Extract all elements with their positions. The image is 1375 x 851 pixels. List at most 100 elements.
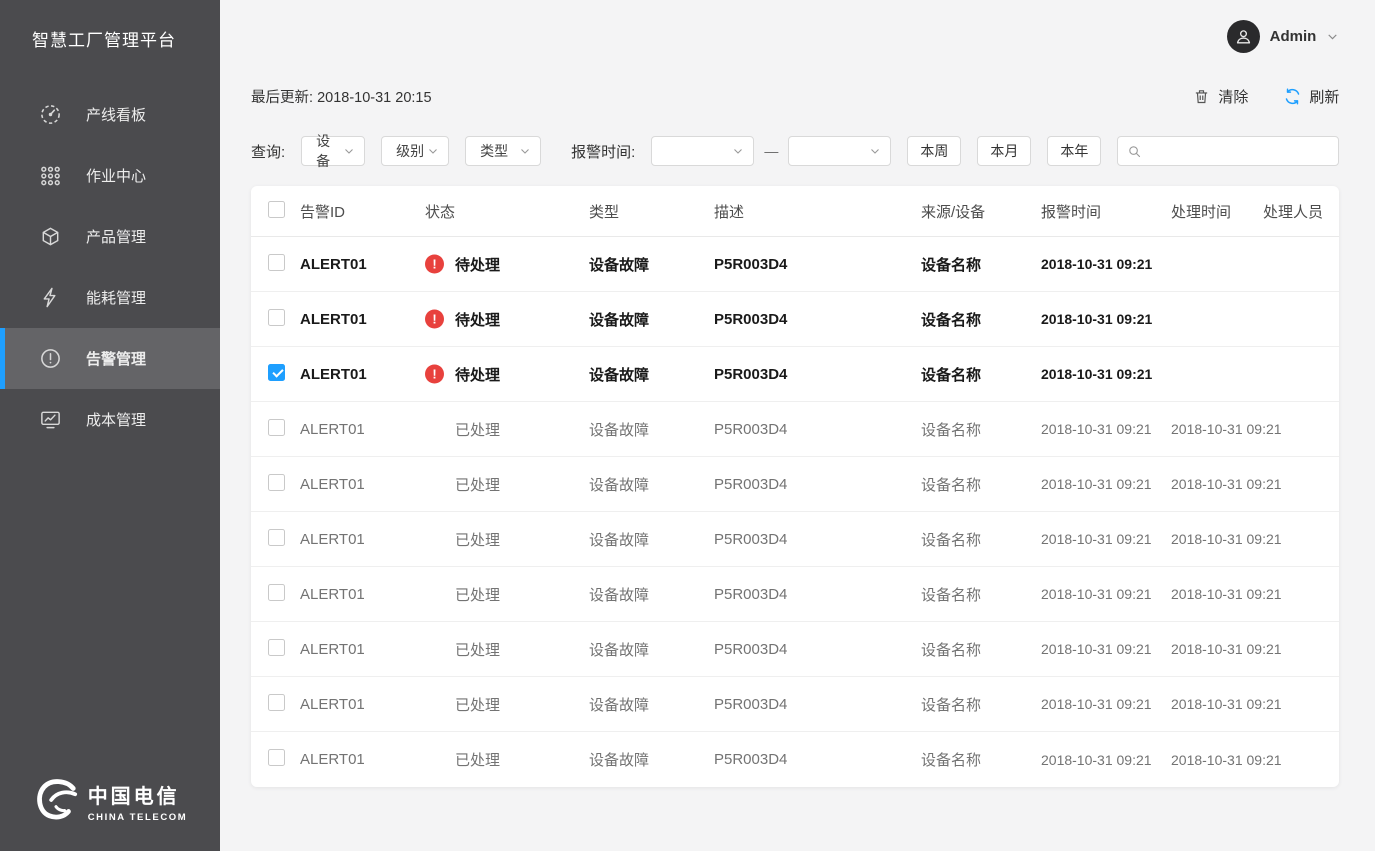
cell-status: !待处理: [425, 364, 589, 385]
cell-type: 设备故障: [589, 584, 714, 605]
search-input[interactable]: [1148, 143, 1329, 159]
chevron-down-icon: [1326, 30, 1339, 43]
user-menu[interactable]: Admin: [1227, 20, 1340, 53]
table-row[interactable]: ALERT01 !已处理 设备故障 P5R003D4 设备名称 2018-10-…: [251, 677, 1339, 732]
cell-description: P5R003D4: [714, 311, 921, 328]
sidebar-item-cost-management[interactable]: 成本管理: [0, 389, 220, 450]
cell-type: 设备故障: [589, 749, 714, 770]
cell-source: 设备名称: [921, 639, 1041, 660]
cell-type: 设备故障: [589, 309, 714, 330]
chevron-down-icon: [519, 145, 531, 157]
row-checkbox[interactable]: [268, 474, 285, 491]
cell-type: 设备故障: [589, 419, 714, 440]
cell-alarm-time: 2018-10-31 09:21: [1041, 476, 1171, 492]
table-actions: 清除 刷新: [1193, 86, 1339, 107]
table-row[interactable]: ALERT01 !待处理 设备故障 P5R003D4 设备名称 2018-10-…: [251, 237, 1339, 292]
this-month-button[interactable]: 本月: [977, 136, 1031, 166]
sidebar-item-alert-management[interactable]: 告警管理: [0, 328, 220, 389]
chevron-down-icon: [343, 145, 355, 157]
select-all-checkbox[interactable]: [268, 201, 285, 218]
alarm-time-label: 报警时间:: [571, 141, 635, 162]
cell-status: !已处理: [425, 749, 589, 770]
cell-alarm-time: 2018-10-31 09:21: [1041, 366, 1171, 382]
row-checkbox[interactable]: [268, 254, 285, 271]
column-header-alarm-time: 报警时间: [1041, 201, 1171, 222]
cell-description: P5R003D4: [714, 641, 921, 658]
cell-alarm-time: 2018-10-31 09:21: [1041, 641, 1171, 657]
table-row[interactable]: ALERT01 !待处理 设备故障 P5R003D4 设备名称 2018-10-…: [251, 347, 1339, 402]
row-checkbox[interactable]: [268, 584, 285, 601]
cell-status: !已处理: [425, 419, 589, 440]
cell-alarm-time: 2018-10-31 09:21: [1041, 311, 1171, 327]
topbar: Admin: [251, 0, 1339, 72]
trash-icon: [1193, 88, 1210, 105]
cell-status: !待处理: [425, 309, 589, 330]
table-row[interactable]: ALERT01 !已处理 设备故障 P5R003D4 设备名称 2018-10-…: [251, 622, 1339, 677]
row-checkbox[interactable]: [268, 694, 285, 711]
table-row[interactable]: ALERT01 !已处理 设备故障 P5R003D4 设备名称 2018-10-…: [251, 512, 1339, 567]
time-range-end-select[interactable]: [788, 136, 891, 166]
cell-status: !已处理: [425, 694, 589, 715]
sidebar-item-production-board[interactable]: 产线看板: [0, 84, 220, 145]
table-row[interactable]: ALERT01 !已处理 设备故障 P5R003D4 设备名称 2018-10-…: [251, 402, 1339, 457]
column-header-type: 类型: [589, 201, 714, 222]
cell-handle-time: 2018-10-31 09:21: [1171, 696, 1263, 712]
cube-icon: [38, 225, 62, 249]
row-checkbox[interactable]: [268, 529, 285, 546]
cell-type: 设备故障: [589, 529, 714, 550]
cell-description: P5R003D4: [714, 751, 921, 768]
cell-alert-id: ALERT01: [300, 311, 425, 328]
last-update-value: 2018-10-31 20:15: [317, 90, 432, 106]
avatar: [1227, 20, 1260, 53]
cell-source: 设备名称: [921, 419, 1041, 440]
refresh-button[interactable]: 刷新: [1284, 86, 1339, 107]
sidebar-item-product-management[interactable]: 产品管理: [0, 206, 220, 267]
table-row[interactable]: ALERT01 !已处理 设备故障 P5R003D4 设备名称 2018-10-…: [251, 732, 1339, 787]
alerts-table: 告警ID 状态 类型 描述 来源/设备 报警时间 处理时间 处理人员 ALERT…: [251, 186, 1339, 787]
time-range-start-select[interactable]: [651, 136, 754, 166]
sidebar-item-work-center[interactable]: 作业中心: [0, 145, 220, 206]
filter-row: 查询: 设备 级别 类型 报警时间: — 本周 本月 本年: [251, 136, 1339, 166]
cell-source: 设备名称: [921, 584, 1041, 605]
sidebar-item-label: 产线看板: [86, 104, 146, 125]
cell-alarm-time: 2018-10-31 09:21: [1041, 421, 1171, 437]
status-row: 最后更新: 2018-10-31 20:15 清除 刷新: [251, 86, 1339, 107]
row-checkbox[interactable]: [268, 749, 285, 766]
cell-alert-id: ALERT01: [300, 366, 425, 383]
cell-type: 设备故障: [589, 364, 714, 385]
cell-source: 设备名称: [921, 309, 1041, 330]
cell-handle-time: 2018-10-31 09:21: [1171, 752, 1263, 768]
level-select[interactable]: 级别: [381, 136, 449, 166]
logo-text-en: CHINA TELECOM: [88, 812, 188, 823]
cell-description: P5R003D4: [714, 421, 921, 438]
table-row[interactable]: ALERT01 !待处理 设备故障 P5R003D4 设备名称 2018-10-…: [251, 292, 1339, 347]
cell-handle-time: 2018-10-31 09:21: [1171, 421, 1263, 437]
last-update: 最后更新: 2018-10-31 20:15: [251, 86, 432, 107]
row-checkbox[interactable]: [268, 364, 285, 381]
row-checkbox[interactable]: [268, 309, 285, 326]
cell-handle-time: 2018-10-31 09:21: [1171, 586, 1263, 602]
column-header-handle-time: 处理时间: [1171, 201, 1263, 222]
level-select-value: 级别: [396, 141, 424, 161]
cell-handle-time: 2018-10-31 09:21: [1171, 641, 1263, 657]
cell-type: 设备故障: [589, 474, 714, 495]
cell-alarm-time: 2018-10-31 09:21: [1041, 256, 1171, 272]
cell-source: 设备名称: [921, 254, 1041, 275]
this-week-button[interactable]: 本周: [907, 136, 961, 166]
row-checkbox[interactable]: [268, 419, 285, 436]
alert-exclamation-icon: !: [425, 255, 444, 274]
row-checkbox[interactable]: [268, 639, 285, 656]
column-header-description: 描述: [714, 201, 921, 222]
china-telecom-mark-icon: [33, 776, 79, 827]
refresh-label: 刷新: [1309, 86, 1339, 107]
table-row[interactable]: ALERT01 !已处理 设备故障 P5R003D4 设备名称 2018-10-…: [251, 567, 1339, 622]
device-select[interactable]: 设备: [301, 136, 365, 166]
this-year-button[interactable]: 本年: [1047, 136, 1101, 166]
cell-source: 设备名称: [921, 529, 1041, 550]
cell-status: !已处理: [425, 474, 589, 495]
cell-alert-id: ALERT01: [300, 476, 425, 493]
sidebar-item-energy-management[interactable]: 能耗管理: [0, 267, 220, 328]
type-select[interactable]: 类型: [465, 136, 541, 166]
clear-button[interactable]: 清除: [1193, 86, 1248, 107]
table-row[interactable]: ALERT01 !已处理 设备故障 P5R003D4 设备名称 2018-10-…: [251, 457, 1339, 512]
